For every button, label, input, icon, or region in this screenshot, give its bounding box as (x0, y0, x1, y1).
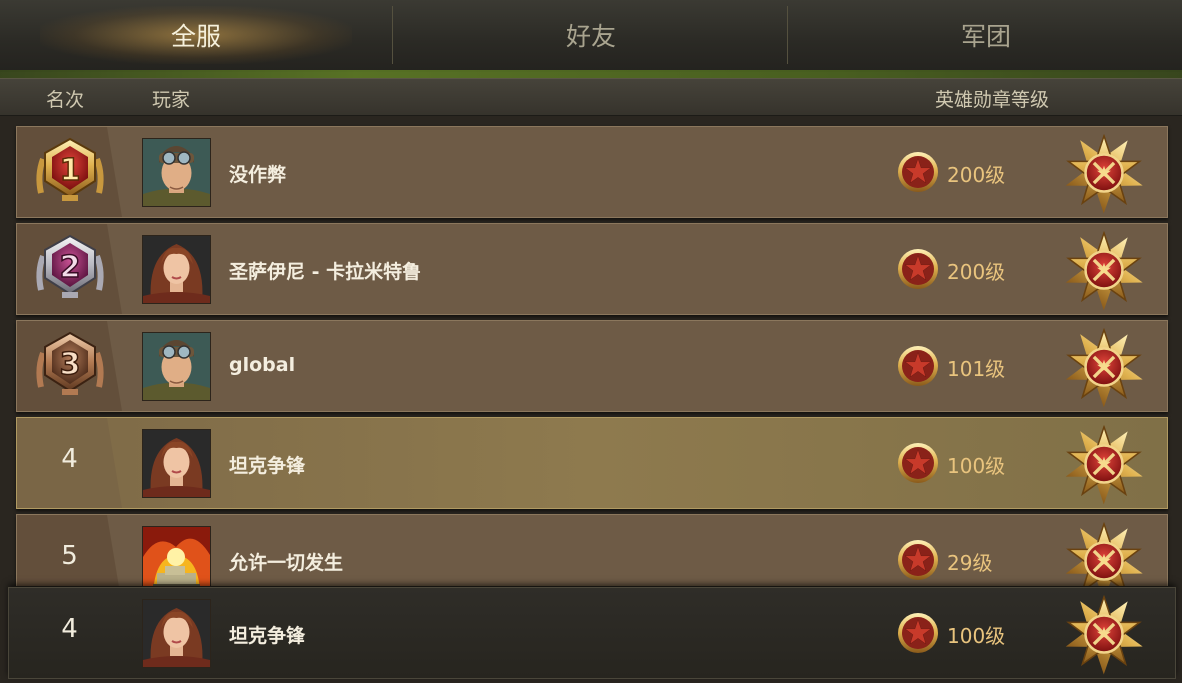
pilot-male-avatar (142, 138, 211, 207)
tank-fire-avatar (142, 526, 211, 586)
tab-bar: 全服 好友 军团 (0, 0, 1182, 78)
hero-medal-star-icon (898, 613, 938, 653)
hero-medal-badge-icon (1062, 228, 1146, 312)
leaderboard-row-3[interactable]: 3 global 101级 (16, 320, 1168, 412)
own-player-name: 坦克争锋 (229, 625, 306, 647)
column-player: 玩家 (152, 89, 191, 111)
tab-all-server-label: 全服 (170, 22, 221, 51)
own-medal-level: 100级 (947, 624, 1006, 648)
leaderboard-row-1[interactable]: 1 没作弊 200级 (16, 126, 1168, 218)
female-avatar (142, 429, 211, 498)
bronze-rank-medal-icon: 3 (36, 331, 104, 395)
medal-level: 29级 (947, 551, 993, 575)
tab-legion[interactable]: 军团 (790, 6, 1182, 64)
hero-medal-badge-icon (1062, 519, 1146, 586)
rank-number: 4 (61, 444, 78, 474)
hero-medal-star-icon (898, 346, 938, 386)
column-header: 名次 玩家 英雄勋章等级 (0, 78, 1182, 116)
tab-all-server[interactable]: 全服 (0, 6, 393, 64)
purple-rank-medal-icon: 2 (36, 234, 104, 298)
female-avatar (142, 235, 211, 304)
player-name: global (229, 354, 296, 376)
hero-medal-badge-icon (1062, 592, 1146, 676)
hero-medal-badge-icon (1062, 325, 1146, 409)
leaderboard-list[interactable]: 1 没作弊 200级 2 圣萨伊尼 - 卡拉米特鲁 200级 3 global … (0, 116, 1182, 586)
tab-friends[interactable]: 好友 (395, 6, 788, 64)
player-name: 圣萨伊尼 - 卡拉米特鲁 (229, 261, 422, 283)
rank-number: 5 (61, 541, 78, 571)
own-rank-row[interactable]: 4 坦克争锋 100级 (8, 587, 1176, 679)
female-avatar (142, 599, 211, 668)
hero-medal-star-icon (898, 249, 938, 289)
leaderboard-row-5[interactable]: 5 允许一切发生 29级 (16, 514, 1168, 586)
hero-medal-star-icon (898, 152, 938, 192)
player-name: 坦克争锋 (229, 455, 306, 477)
hero-medal-star-icon (898, 443, 938, 483)
gold-rank-medal-icon: 1 (36, 137, 104, 201)
player-name: 没作弊 (229, 164, 287, 186)
hero-medal-star-icon (898, 540, 938, 580)
medal-rank-number: 3 (60, 347, 81, 382)
medal-level: 200级 (947, 260, 1006, 284)
own-rank-number: 4 (61, 614, 78, 644)
column-medal-level: 英雄勋章等级 (935, 89, 1050, 111)
column-rank: 名次 (46, 89, 85, 111)
medal-rank-number: 1 (60, 153, 81, 188)
medal-level: 101级 (947, 357, 1006, 381)
medal-level: 200级 (947, 163, 1006, 187)
player-name: 允许一切发生 (229, 552, 344, 574)
tab-legion-label: 军团 (960, 22, 1011, 51)
hero-medal-badge-icon (1062, 131, 1146, 215)
hero-medal-badge-icon (1062, 422, 1146, 506)
leaderboard-row-4[interactable]: 4 坦克争锋 100级 (16, 417, 1168, 509)
medal-level: 100级 (947, 454, 1006, 478)
pilot-male-avatar (142, 332, 211, 401)
medal-rank-number: 2 (60, 250, 81, 285)
tab-friends-label: 好友 (565, 22, 616, 51)
leaderboard-row-2[interactable]: 2 圣萨伊尼 - 卡拉米特鲁 200级 (16, 223, 1168, 315)
